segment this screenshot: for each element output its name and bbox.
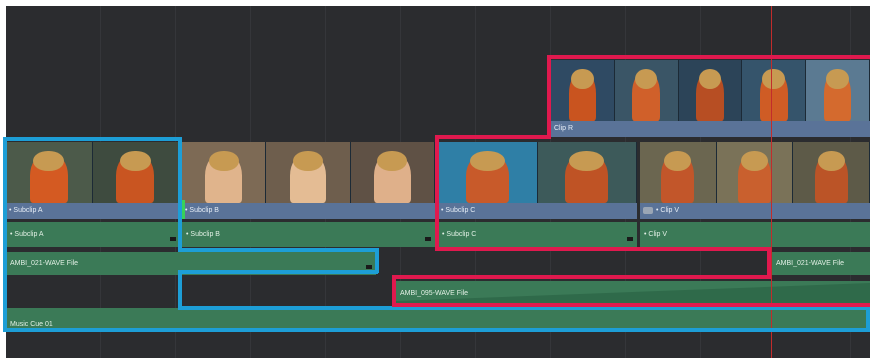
clip-thumbnails (438, 142, 637, 203)
audio-clip-ambi-021[interactable]: AMBI_021-WAVE File (6, 252, 376, 275)
thumbnail (266, 142, 351, 203)
clip-label: Music Cue 01 (10, 321, 53, 328)
video-clip-subclip-b[interactable]: • Subclip B (182, 142, 435, 219)
audio-clip-subclip-c[interactable]: • Subclip C (438, 222, 637, 247)
video-clip-clip-r[interactable]: Clip R (551, 60, 870, 137)
clip-label: AMBI_021-WAVE File (776, 260, 845, 267)
audio-clip-ambi-021-b[interactable]: AMBI_021-WAVE File (772, 252, 870, 275)
playhead[interactable] (771, 6, 772, 358)
thumbnail (537, 142, 637, 203)
thumbnail (614, 60, 679, 121)
edit-point-indicator (182, 200, 185, 219)
clip-label-text: • Clip V (656, 207, 680, 214)
thumbnail (350, 142, 435, 203)
thumbnail (742, 60, 807, 121)
clip-marker (170, 237, 176, 241)
video-clip-clip-v[interactable]: • Clip V (640, 142, 870, 219)
clip-label: • Clip V (644, 231, 668, 238)
thumbnail (806, 60, 870, 121)
clip-label: • Subclip B (186, 231, 220, 238)
thumbnail (716, 142, 794, 203)
audio-clip-ambi-095[interactable]: AMBI_095-WAVE File (396, 281, 870, 305)
thumbnail (438, 142, 538, 203)
clip-label: • Subclip B (185, 207, 219, 214)
audio-clip-clip-v[interactable]: • Clip V (640, 222, 870, 247)
thumbnail (551, 60, 615, 121)
clip-label: Clip R (554, 125, 574, 132)
thumbnail (678, 60, 743, 121)
thumbnail (793, 142, 870, 203)
clip-label: • Subclip A (10, 231, 44, 238)
clip-marker (425, 237, 431, 241)
thumbnail (92, 142, 179, 203)
audio-clip-music-cue[interactable]: Music Cue 01 (6, 308, 870, 330)
clip-label: • Subclip A (9, 207, 43, 214)
clip-marker (627, 237, 633, 241)
timeline-panel: Clip R • Subclip A • Subclip B • Subclip… (0, 0, 870, 363)
link-icon (643, 206, 653, 214)
clip-thumbnails (182, 142, 435, 203)
audio-clip-subclip-a[interactable]: • Subclip A (6, 222, 179, 247)
thumbnail (182, 142, 267, 203)
clip-marker (366, 265, 372, 269)
clip-thumbnails (640, 142, 870, 203)
clip-label: • Subclip C (441, 207, 476, 214)
clip-label: • Clip V (640, 203, 870, 219)
thumbnail (6, 142, 93, 203)
clip-label: AMBI_021-WAVE File (10, 260, 79, 267)
clip-label: • Subclip C (442, 231, 477, 238)
clip-thumbnails (551, 60, 870, 121)
video-clip-subclip-a[interactable]: • Subclip A (6, 142, 179, 219)
clip-thumbnails (6, 142, 179, 203)
thumbnail (640, 142, 717, 203)
clip-label: AMBI_095-WAVE File (400, 289, 469, 297)
video-clip-subclip-c[interactable]: • Subclip C (438, 142, 637, 219)
audio-clip-subclip-b[interactable]: • Subclip B (182, 222, 435, 247)
